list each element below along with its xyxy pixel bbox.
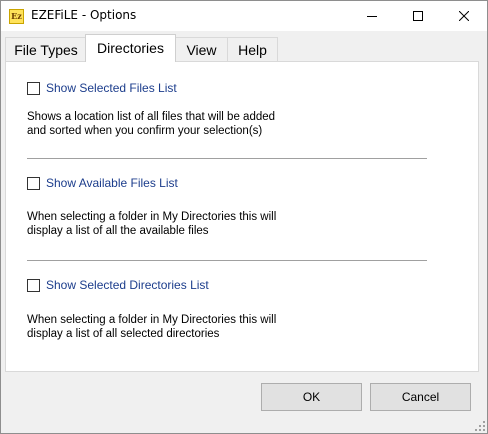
title-bar: Ez EZEFiLE - Options bbox=[1, 1, 487, 31]
tab-help[interactable]: Help bbox=[227, 37, 278, 61]
resize-grip-icon[interactable] bbox=[475, 421, 485, 431]
show-available-files-description-line1: When selecting a folder in My Directorie… bbox=[27, 211, 277, 223]
minimize-icon bbox=[367, 16, 377, 17]
show-available-files-checkbox[interactable] bbox=[27, 177, 40, 190]
ok-button[interactable]: OK bbox=[261, 383, 362, 411]
maximize-icon bbox=[413, 11, 423, 21]
maximize-button[interactable] bbox=[395, 1, 441, 31]
tab-view[interactable]: View bbox=[174, 37, 229, 61]
minimize-button[interactable] bbox=[349, 1, 395, 31]
app-icon: Ez bbox=[9, 9, 24, 24]
options-window: Ez EZEFiLE - Options File Types Director… bbox=[0, 0, 488, 434]
tab-file-types[interactable]: File Types bbox=[5, 37, 87, 61]
tab-directories[interactable]: Directories bbox=[85, 34, 176, 62]
show-selected-directories-description-line2: display a list of all selected directori… bbox=[27, 328, 220, 340]
show-selected-files-description-line2: and sorted when you confirm your selecti… bbox=[27, 125, 263, 137]
window-title: EZEFiLE - Options bbox=[31, 8, 137, 22]
cancel-button[interactable]: Cancel bbox=[370, 383, 471, 411]
show-available-files-label[interactable]: Show Available Files List bbox=[46, 176, 178, 190]
close-button[interactable] bbox=[441, 1, 487, 31]
directories-panel: Show Selected Files List Shows a locatio… bbox=[5, 61, 479, 372]
show-selected-directories-label[interactable]: Show Selected Directories List bbox=[46, 278, 209, 292]
show-selected-directories-description-line1: When selecting a folder in My Directorie… bbox=[27, 314, 277, 326]
show-available-files-description-line2: display a list of all the available file… bbox=[27, 225, 209, 237]
show-selected-files-checkbox[interactable] bbox=[27, 82, 40, 95]
show-selected-files-label[interactable]: Show Selected Files List bbox=[46, 81, 177, 95]
show-selected-files-description-line1: Shows a location list of all files that … bbox=[27, 111, 276, 123]
separator bbox=[27, 260, 427, 262]
close-icon bbox=[459, 11, 469, 21]
separator bbox=[27, 158, 427, 160]
show-selected-directories-checkbox[interactable] bbox=[27, 279, 40, 292]
